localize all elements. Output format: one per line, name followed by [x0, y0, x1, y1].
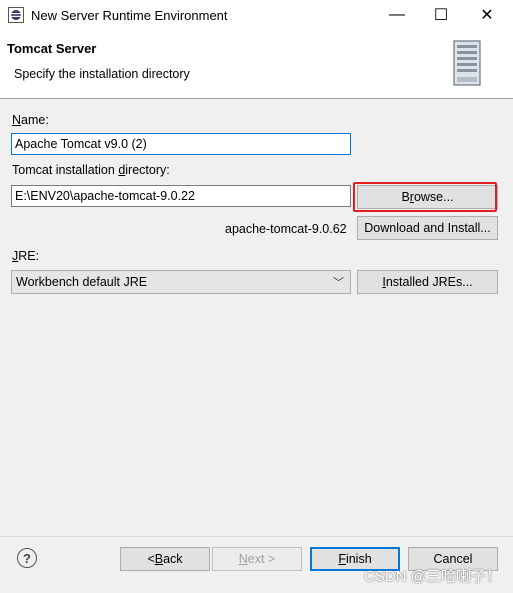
server-icon — [453, 40, 481, 86]
back-button[interactable]: < Back — [120, 547, 210, 571]
window-title: New Server Runtime Environment — [31, 8, 228, 23]
name-input[interactable]: Apache Tomcat v9.0 (2) — [11, 133, 351, 155]
install-dir-label: Tomcat installation directory: — [12, 163, 170, 177]
window-titlebar: New Server Runtime Environment — ☐ ✕ — [0, 0, 513, 31]
installed-jres-button[interactable]: Installed JREs... — [357, 270, 498, 294]
footer-separator — [0, 536, 513, 537]
csdn-watermark: CSDN @三哈喇子！ — [364, 568, 501, 585]
wizard-page-description: Specify the installation directory — [14, 67, 190, 81]
maximize-button[interactable]: ☐ — [418, 0, 464, 30]
install-dir-input[interactable]: E:\ENV20\apache-tomcat-9.0.22 — [11, 185, 351, 207]
jre-label: JRE: — [12, 249, 40, 263]
minimize-button[interactable]: — — [374, 0, 420, 30]
chevron-down-icon: ﹀ — [333, 277, 344, 289]
close-button[interactable]: ✕ — [464, 0, 510, 30]
download-install-button[interactable]: Download and Install... — [357, 216, 498, 240]
eclipse-app-icon — [8, 7, 24, 23]
download-version-text: apache-tomcat-9.0.62 — [225, 222, 347, 236]
next-button[interactable]: Next > — [212, 547, 302, 571]
wizard-header: Tomcat Server Specify the installation d… — [0, 31, 513, 99]
name-label: Name: — [12, 113, 49, 127]
jre-selected-value: Workbench default JRE — [16, 275, 148, 289]
jre-select[interactable]: Workbench default JRE ﹀ — [11, 270, 351, 294]
help-icon[interactable]: ? — [17, 548, 37, 568]
wizard-page-title: Tomcat Server — [7, 41, 97, 56]
red-highlight-box — [353, 182, 497, 212]
